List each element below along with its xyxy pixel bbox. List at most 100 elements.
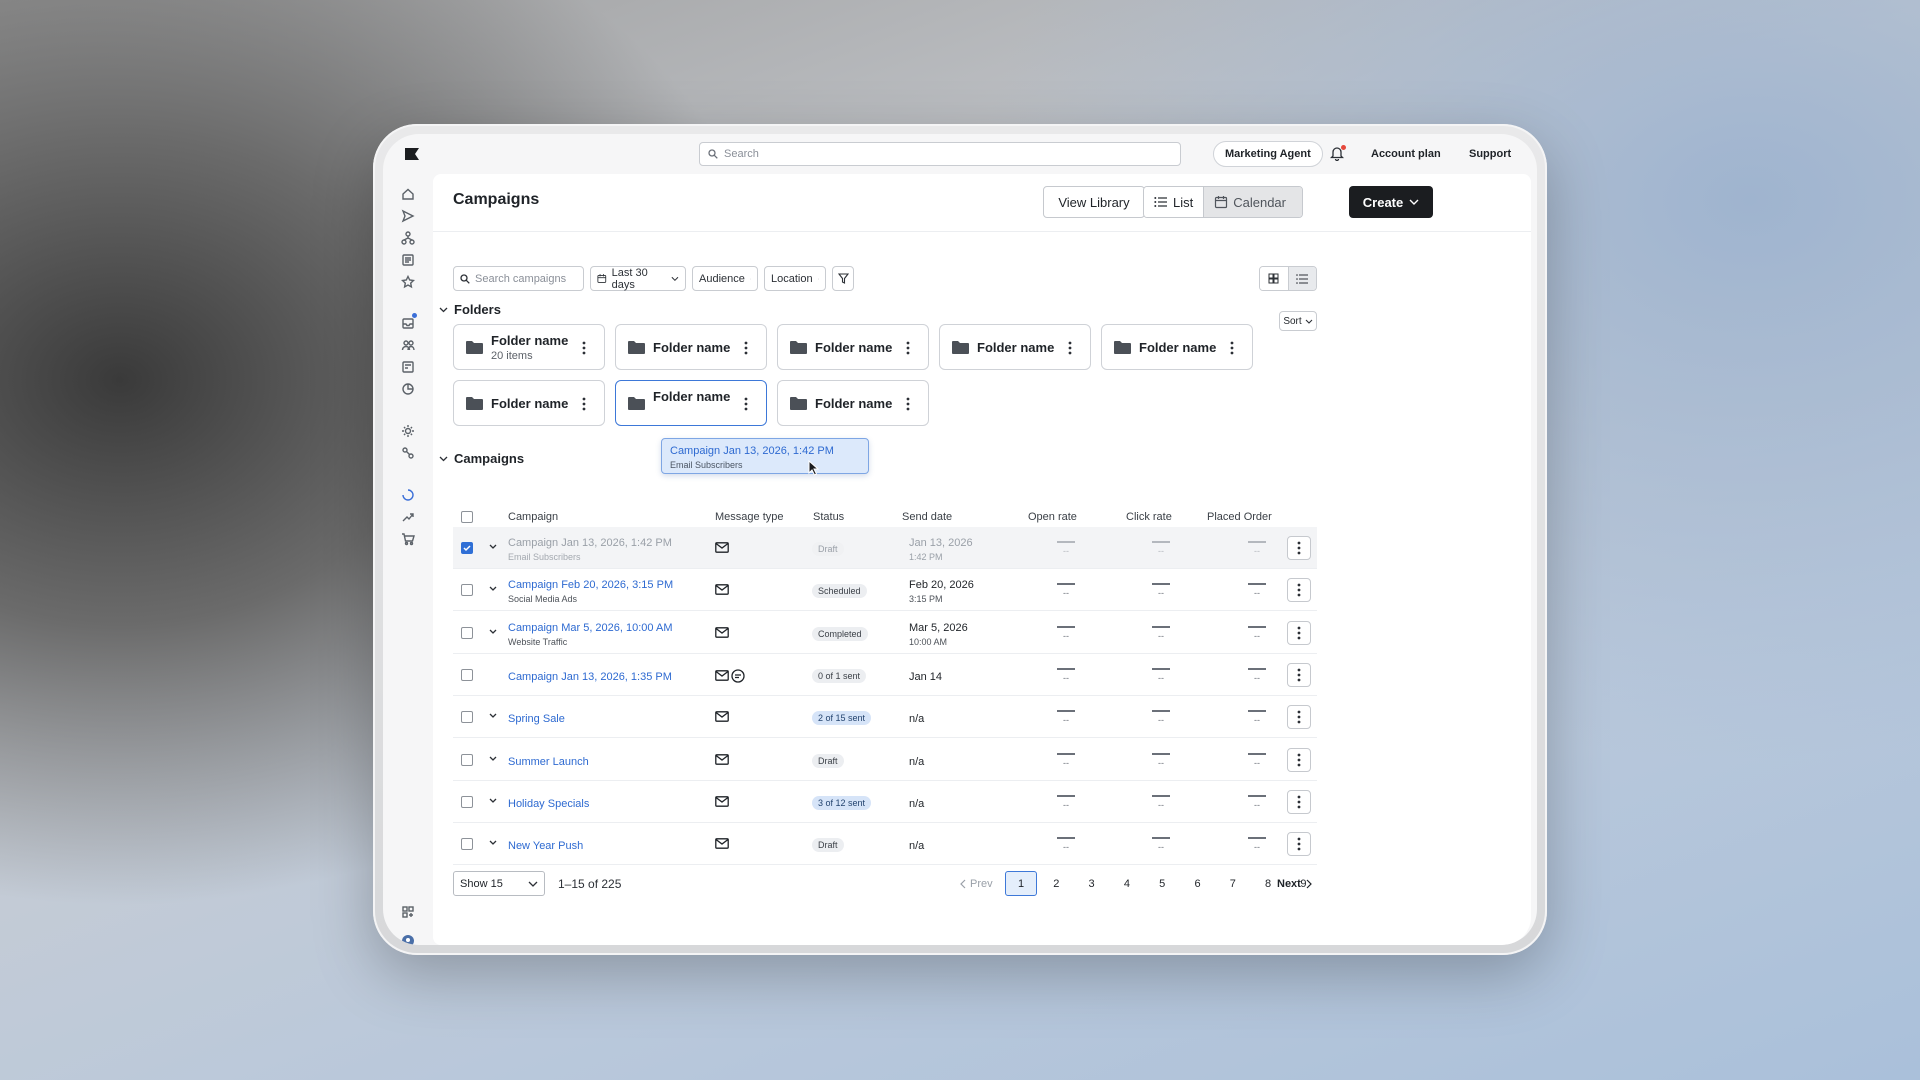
more-options-icon[interactable] <box>744 341 748 355</box>
campaign-name-link[interactable]: Summer Launch <box>508 756 589 768</box>
table-row[interactable]: New Year Push Draft n/a -- -- -- <box>453 823 1317 866</box>
rows-view-button[interactable] <box>1288 267 1316 290</box>
page-button-4[interactable]: 4 <box>1111 871 1143 896</box>
folder-card[interactable]: Folder name <box>615 324 767 370</box>
table-row[interactable]: Campaign Jan 13, 2026, 1:42 PM Email Subs… <box>453 527 1317 569</box>
campaign-name-link[interactable]: Campaign Mar 5, 2026, 10:00 AM <box>508 622 672 634</box>
send-icon[interactable] <box>401 209 415 223</box>
flow-icon[interactable] <box>401 231 415 245</box>
row-actions-button[interactable] <box>1287 578 1311 603</box>
create-button[interactable]: Create <box>1349 186 1433 218</box>
page-button-5[interactable]: 5 <box>1146 871 1178 896</box>
view-library-button[interactable]: View Library <box>1043 186 1145 218</box>
select-all-checkbox[interactable] <box>461 511 473 523</box>
row-actions-button[interactable] <box>1287 789 1311 814</box>
account-plan-link[interactable]: Account plan <box>1371 148 1441 160</box>
audience-icon[interactable] <box>401 338 415 352</box>
table-row[interactable]: Spring Sale 2 of 15 sent n/a -- -- -- <box>453 696 1317 739</box>
analytics-icon[interactable] <box>401 382 415 396</box>
more-options-icon[interactable] <box>906 397 910 411</box>
notifications-bell-icon[interactable] <box>1329 145 1346 163</box>
logo-icon[interactable] <box>405 148 419 160</box>
location-dropdown[interactable]: Location <box>764 266 826 291</box>
account-icon[interactable] <box>401 934 415 945</box>
trend-icon[interactable] <box>401 510 415 524</box>
folder-card[interactable]: Folder name <box>453 380 605 426</box>
campaign-name-link[interactable]: New Year Push <box>508 840 583 852</box>
folder-card[interactable]: Folder name 20 items <box>453 324 605 370</box>
campaign-name-link[interactable]: Campaign Jan 13, 2026, 1:35 PM <box>508 671 672 683</box>
table-row[interactable]: Campaign Jan 13, 2026, 1:35 PM 0 of 1 sen… <box>453 654 1317 696</box>
loader-icon[interactable] <box>401 488 415 502</box>
page-button-6[interactable]: 6 <box>1182 871 1214 896</box>
cart-icon[interactable] <box>401 532 415 546</box>
inbox-icon[interactable] <box>401 313 417 330</box>
table-row[interactable]: Summer Launch Draft n/a -- -- -- <box>453 739 1317 781</box>
campaign-name-link[interactable]: Campaign Jan 13, 2026, 1:42 PM <box>508 537 672 549</box>
row-checkbox[interactable] <box>461 668 473 681</box>
more-options-icon[interactable] <box>906 341 910 355</box>
page-button-1[interactable]: 1 <box>1005 871 1037 896</box>
home-icon[interactable] <box>401 187 415 201</box>
page-size-select[interactable]: Show 15 <box>453 871 545 896</box>
next-page-button[interactable]: Next <box>1277 871 1312 896</box>
dragged-campaign-preview[interactable]: Campaign Jan 13, 2026, 1:42 PM Email Sub… <box>661 438 869 474</box>
folder-card[interactable]: Folder name <box>777 324 929 370</box>
prev-page-button[interactable]: Prev <box>960 871 993 896</box>
date-range-dropdown[interactable]: Last 30 days <box>590 266 686 291</box>
expand-row-chevron-icon[interactable] <box>489 798 497 804</box>
table-row[interactable]: Holiday Specials 3 of 12 sent n/a -- -- -- <box>453 781 1317 823</box>
campaign-name-link[interactable]: Campaign Feb 20, 2026, 3:15 PM <box>508 579 673 591</box>
marketing-agent-button[interactable]: Marketing Agent <box>1213 141 1323 167</box>
expand-row-chevron-icon[interactable] <box>489 586 497 592</box>
column-header-status[interactable]: Status <box>813 511 844 523</box>
expand-row-chevron-icon[interactable] <box>489 840 497 846</box>
folder-card[interactable]: Folder name <box>777 380 929 426</box>
table-row[interactable]: Campaign Feb 20, 2026, 3:15 PM Social Med… <box>453 569 1317 612</box>
column-header-click-rate[interactable]: Click rate <box>1126 511 1172 523</box>
list-view-button[interactable]: List <box>1144 187 1205 217</box>
audience-dropdown[interactable]: Audience <box>692 266 758 291</box>
column-header-send-date[interactable]: Send date <box>902 511 952 523</box>
table-row[interactable]: Campaign Mar 5, 2026, 10:00 AM Website Tr… <box>453 612 1317 654</box>
column-header-placed-order[interactable]: Placed Order <box>1207 511 1272 523</box>
form-icon[interactable] <box>401 360 415 374</box>
row-actions-button[interactable] <box>1287 832 1311 857</box>
column-header-campaign[interactable]: Campaign <box>508 511 558 523</box>
page-button-7[interactable]: 7 <box>1217 871 1249 896</box>
expand-row-chevron-icon[interactable] <box>489 544 497 550</box>
campaign-name-link[interactable]: Holiday Specials <box>508 798 589 810</box>
row-actions-button[interactable] <box>1287 620 1311 645</box>
page-button-3[interactable]: 3 <box>1076 871 1108 896</box>
more-options-icon[interactable] <box>744 397 748 411</box>
row-checkbox[interactable] <box>461 626 473 639</box>
star-icon[interactable] <box>401 275 415 289</box>
campaign-name-link[interactable]: Spring Sale <box>508 713 565 725</box>
row-checkbox[interactable] <box>461 711 473 724</box>
row-actions-button[interactable] <box>1287 662 1311 687</box>
more-options-icon[interactable] <box>1230 341 1234 355</box>
calendar-view-button[interactable]: Calendar <box>1204 187 1302 217</box>
row-checkbox[interactable] <box>461 542 473 554</box>
more-options-icon[interactable] <box>582 397 586 411</box>
support-link[interactable]: Support <box>1469 148 1511 160</box>
row-actions-button[interactable] <box>1287 747 1311 772</box>
apps-icon[interactable] <box>401 905 415 919</box>
idea-icon[interactable] <box>401 424 415 438</box>
list-icon[interactable] <box>401 253 415 267</box>
folder-card[interactable]: Folder name <box>615 380 767 426</box>
global-search-input[interactable]: Search <box>699 142 1181 166</box>
more-options-icon[interactable] <box>582 341 586 355</box>
grid-view-button[interactable] <box>1260 267 1289 290</box>
row-checkbox[interactable] <box>461 584 473 597</box>
integration-icon[interactable] <box>401 446 415 460</box>
row-actions-button[interactable] <box>1287 705 1311 730</box>
folder-card[interactable]: Folder name <box>1101 324 1253 370</box>
folders-section-toggle[interactable]: Folders <box>439 302 501 317</box>
expand-row-chevron-icon[interactable] <box>489 629 497 635</box>
page-button-2[interactable]: 2 <box>1040 871 1072 896</box>
row-actions-button[interactable] <box>1287 536 1311 560</box>
campaigns-section-toggle[interactable]: Campaigns <box>439 451 524 466</box>
row-checkbox[interactable] <box>461 838 473 851</box>
expand-row-chevron-icon[interactable] <box>489 756 497 762</box>
